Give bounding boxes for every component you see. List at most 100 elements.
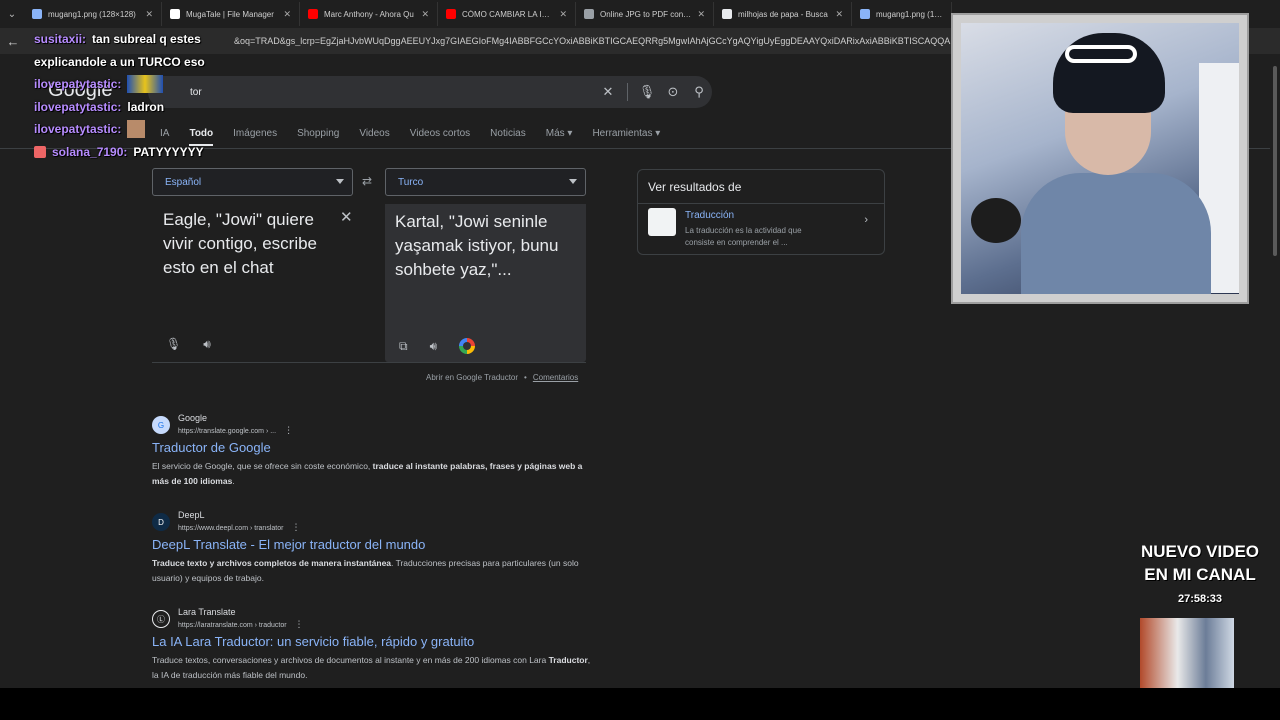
- panel-item-desc: La traducción es la actividad que consis…: [685, 226, 802, 247]
- result-title[interactable]: Traductor de Google: [152, 440, 592, 455]
- see-results-panel: Ver resultados de Traducción La traducci…: [637, 169, 885, 255]
- tab-imagenes[interactable]: Imágenes: [233, 128, 277, 146]
- webcam-microphone: [971, 198, 1021, 243]
- result-title[interactable]: La IA Lara Traductor: un servicio fiable…: [152, 634, 592, 649]
- deepl-favicon-icon: D: [152, 513, 170, 531]
- promo-timer: 27:58:33: [1177, 593, 1223, 605]
- chevron-right-icon[interactable]: ›: [864, 214, 868, 226]
- search-result: G Google https://translate.google.com › …: [152, 413, 592, 489]
- tab-search-icon[interactable]: ⌄: [0, 0, 24, 28]
- chat-message: ilovepatytastic:: [34, 73, 205, 96]
- chat-username: ilovepatytastic:: [34, 99, 122, 114]
- chat-username: solana_7190:: [52, 144, 128, 159]
- target-text: Kartal, "Jowi seninle yaşamak istiyor, b…: [395, 212, 559, 279]
- scrollbar-thumb[interactable]: [1273, 66, 1277, 256]
- browser-tab[interactable]: MugaTale | File Manager ✕: [162, 2, 300, 26]
- translator-divider: [152, 362, 586, 363]
- panel-divider: [638, 203, 884, 204]
- more-options-icon[interactable]: ⋮: [284, 425, 293, 435]
- google-icon[interactable]: [459, 338, 476, 354]
- result-snippet: El servicio de Google, que se ofrece sin…: [152, 461, 583, 486]
- target-language-select[interactable]: Turco: [385, 168, 586, 196]
- result-url[interactable]: https://laratranslate.com › traductor: [178, 622, 287, 629]
- chat-username: ilovepatytastic:: [34, 122, 122, 136]
- close-tab-icon[interactable]: ✕: [697, 9, 705, 20]
- close-tab-icon[interactable]: ✕: [283, 9, 291, 20]
- close-tab-icon[interactable]: ✕: [421, 9, 429, 20]
- chat-emote-icon: [127, 120, 146, 139]
- panel-item-title[interactable]: Traducción: [685, 210, 734, 221]
- stream-chat-overlay: susitaxii: tan subreal q estes explicando…: [34, 28, 205, 163]
- tab-mas[interactable]: Más ▾: [546, 128, 573, 146]
- tab-videos[interactable]: Videos: [359, 128, 389, 146]
- clear-text-icon[interactable]: ✕: [340, 208, 353, 226]
- chat-badge-icon: [34, 145, 46, 158]
- lara-favicon-icon: Ⓛ: [152, 610, 170, 628]
- comments-link[interactable]: Comentarios: [533, 373, 578, 382]
- speaker-icon[interactable]: 🔊︎: [203, 337, 211, 352]
- close-tab-icon[interactable]: ✕: [559, 9, 567, 20]
- browser-tab[interactable]: milhojas de papa - Busca ✕: [714, 2, 852, 26]
- target-text-area: Kartal, "Jowi seninle yaşamak istiyor, b…: [385, 204, 586, 362]
- search-tabs: IA Todo Imágenes Shopping Videos Videos …: [160, 128, 660, 146]
- result-title[interactable]: DeepL Translate - El mejor traductor del…: [152, 537, 592, 552]
- chat-username: susitaxii:: [34, 32, 87, 46]
- result-site: Lara Translate: [178, 607, 236, 617]
- chat-text: tan subreal q estes: [92, 32, 201, 46]
- search-box[interactable]: tor ✕ 🎙︎ ⊙ ⚲: [148, 76, 712, 108]
- result-url[interactable]: https://translate.google.com › ...: [178, 428, 276, 435]
- webcam-frame: [951, 13, 1249, 304]
- tab-favicon-icon: [860, 9, 870, 19]
- panel-thumbnail[interactable]: [648, 208, 676, 236]
- target-language-label: Turco: [398, 176, 424, 188]
- chat-emote-icon: [127, 75, 164, 94]
- tab-noticias[interactable]: Noticias: [490, 128, 526, 146]
- copy-icon[interactable]: ⧉: [399, 339, 408, 354]
- chat-message: explicandole a un TURCO eso: [34, 51, 205, 74]
- search-input[interactable]: tor: [148, 87, 595, 98]
- youtube-favicon-icon: [308, 9, 318, 19]
- source-text-area[interactable]: Eagle, "Jowi" quiere vivir contigo, escr…: [152, 204, 377, 362]
- lens-icon[interactable]: ⊙: [660, 84, 686, 100]
- chat-message: solana_7190: PATYYYYYY: [34, 141, 205, 164]
- result-site: Google: [178, 413, 208, 423]
- promo-line-2: EN MI CANAL: [1144, 565, 1256, 584]
- source-text[interactable]: Eagle, "Jowi" quiere vivir contigo, escr…: [163, 208, 341, 280]
- clear-search-icon[interactable]: ✕: [595, 84, 621, 100]
- microphone-icon[interactable]: 🎙︎: [634, 84, 660, 100]
- tab-herramientas[interactable]: Herramientas ▾: [592, 128, 660, 146]
- open-in-translate-link[interactable]: Abrir en Google Traductor: [426, 373, 518, 382]
- browser-tab[interactable]: mugang1.png (128×128): [852, 2, 952, 26]
- more-options-icon[interactable]: ⋮: [295, 619, 304, 629]
- microphone-icon[interactable]: 🎙︎: [166, 337, 181, 352]
- more-options-icon[interactable]: ⋮: [291, 522, 300, 532]
- chat-message: ilovepatytastic:: [34, 118, 205, 141]
- speaker-icon[interactable]: 🔊︎: [430, 339, 438, 354]
- tab-favicon-icon: [584, 9, 594, 19]
- browser-tab[interactable]: Marc Anthony - Ahora Qu ✕: [300, 2, 438, 26]
- tab-videos-cortos[interactable]: Videos cortos: [410, 128, 470, 146]
- swap-languages-icon[interactable]: ⇄: [362, 174, 372, 188]
- search-result: Ⓛ Lara Translate https://laratranslate.c…: [152, 607, 592, 683]
- back-arrow-icon[interactable]: ←: [0, 34, 26, 49]
- promo-line-1: NUEVO VIDEO: [1140, 542, 1260, 561]
- chat-text: ladron: [127, 99, 165, 114]
- search-icon[interactable]: ⚲: [686, 84, 712, 100]
- google-translate-favicon-icon: G: [152, 416, 170, 434]
- new-video-promo: NUEVO VIDEO EN MI CANAL 27:58:33: [1120, 540, 1280, 611]
- dropdown-caret-icon: [569, 179, 577, 184]
- close-tab-icon[interactable]: ✕: [835, 9, 843, 20]
- youtube-favicon-icon: [446, 9, 456, 19]
- result-site: DeepL: [178, 510, 205, 520]
- result-url[interactable]: https://www.deepl.com › translator: [178, 525, 283, 532]
- webcam-person-body: [1021, 173, 1211, 294]
- source-language-select[interactable]: Español: [152, 168, 353, 196]
- close-tab-icon[interactable]: ✕: [145, 9, 153, 20]
- browser-tab[interactable]: Online JPG to PDF conve ✕: [576, 2, 714, 26]
- footer-separator: •: [524, 373, 527, 382]
- source-language-label: Español: [165, 176, 202, 188]
- dropdown-caret-icon: [336, 179, 344, 184]
- tab-shopping[interactable]: Shopping: [297, 128, 339, 146]
- browser-tab[interactable]: CÓMO CAMBIAR LA IMA ✕: [438, 2, 576, 26]
- browser-tab[interactable]: mugang1.png (128×128) ✕: [24, 2, 162, 26]
